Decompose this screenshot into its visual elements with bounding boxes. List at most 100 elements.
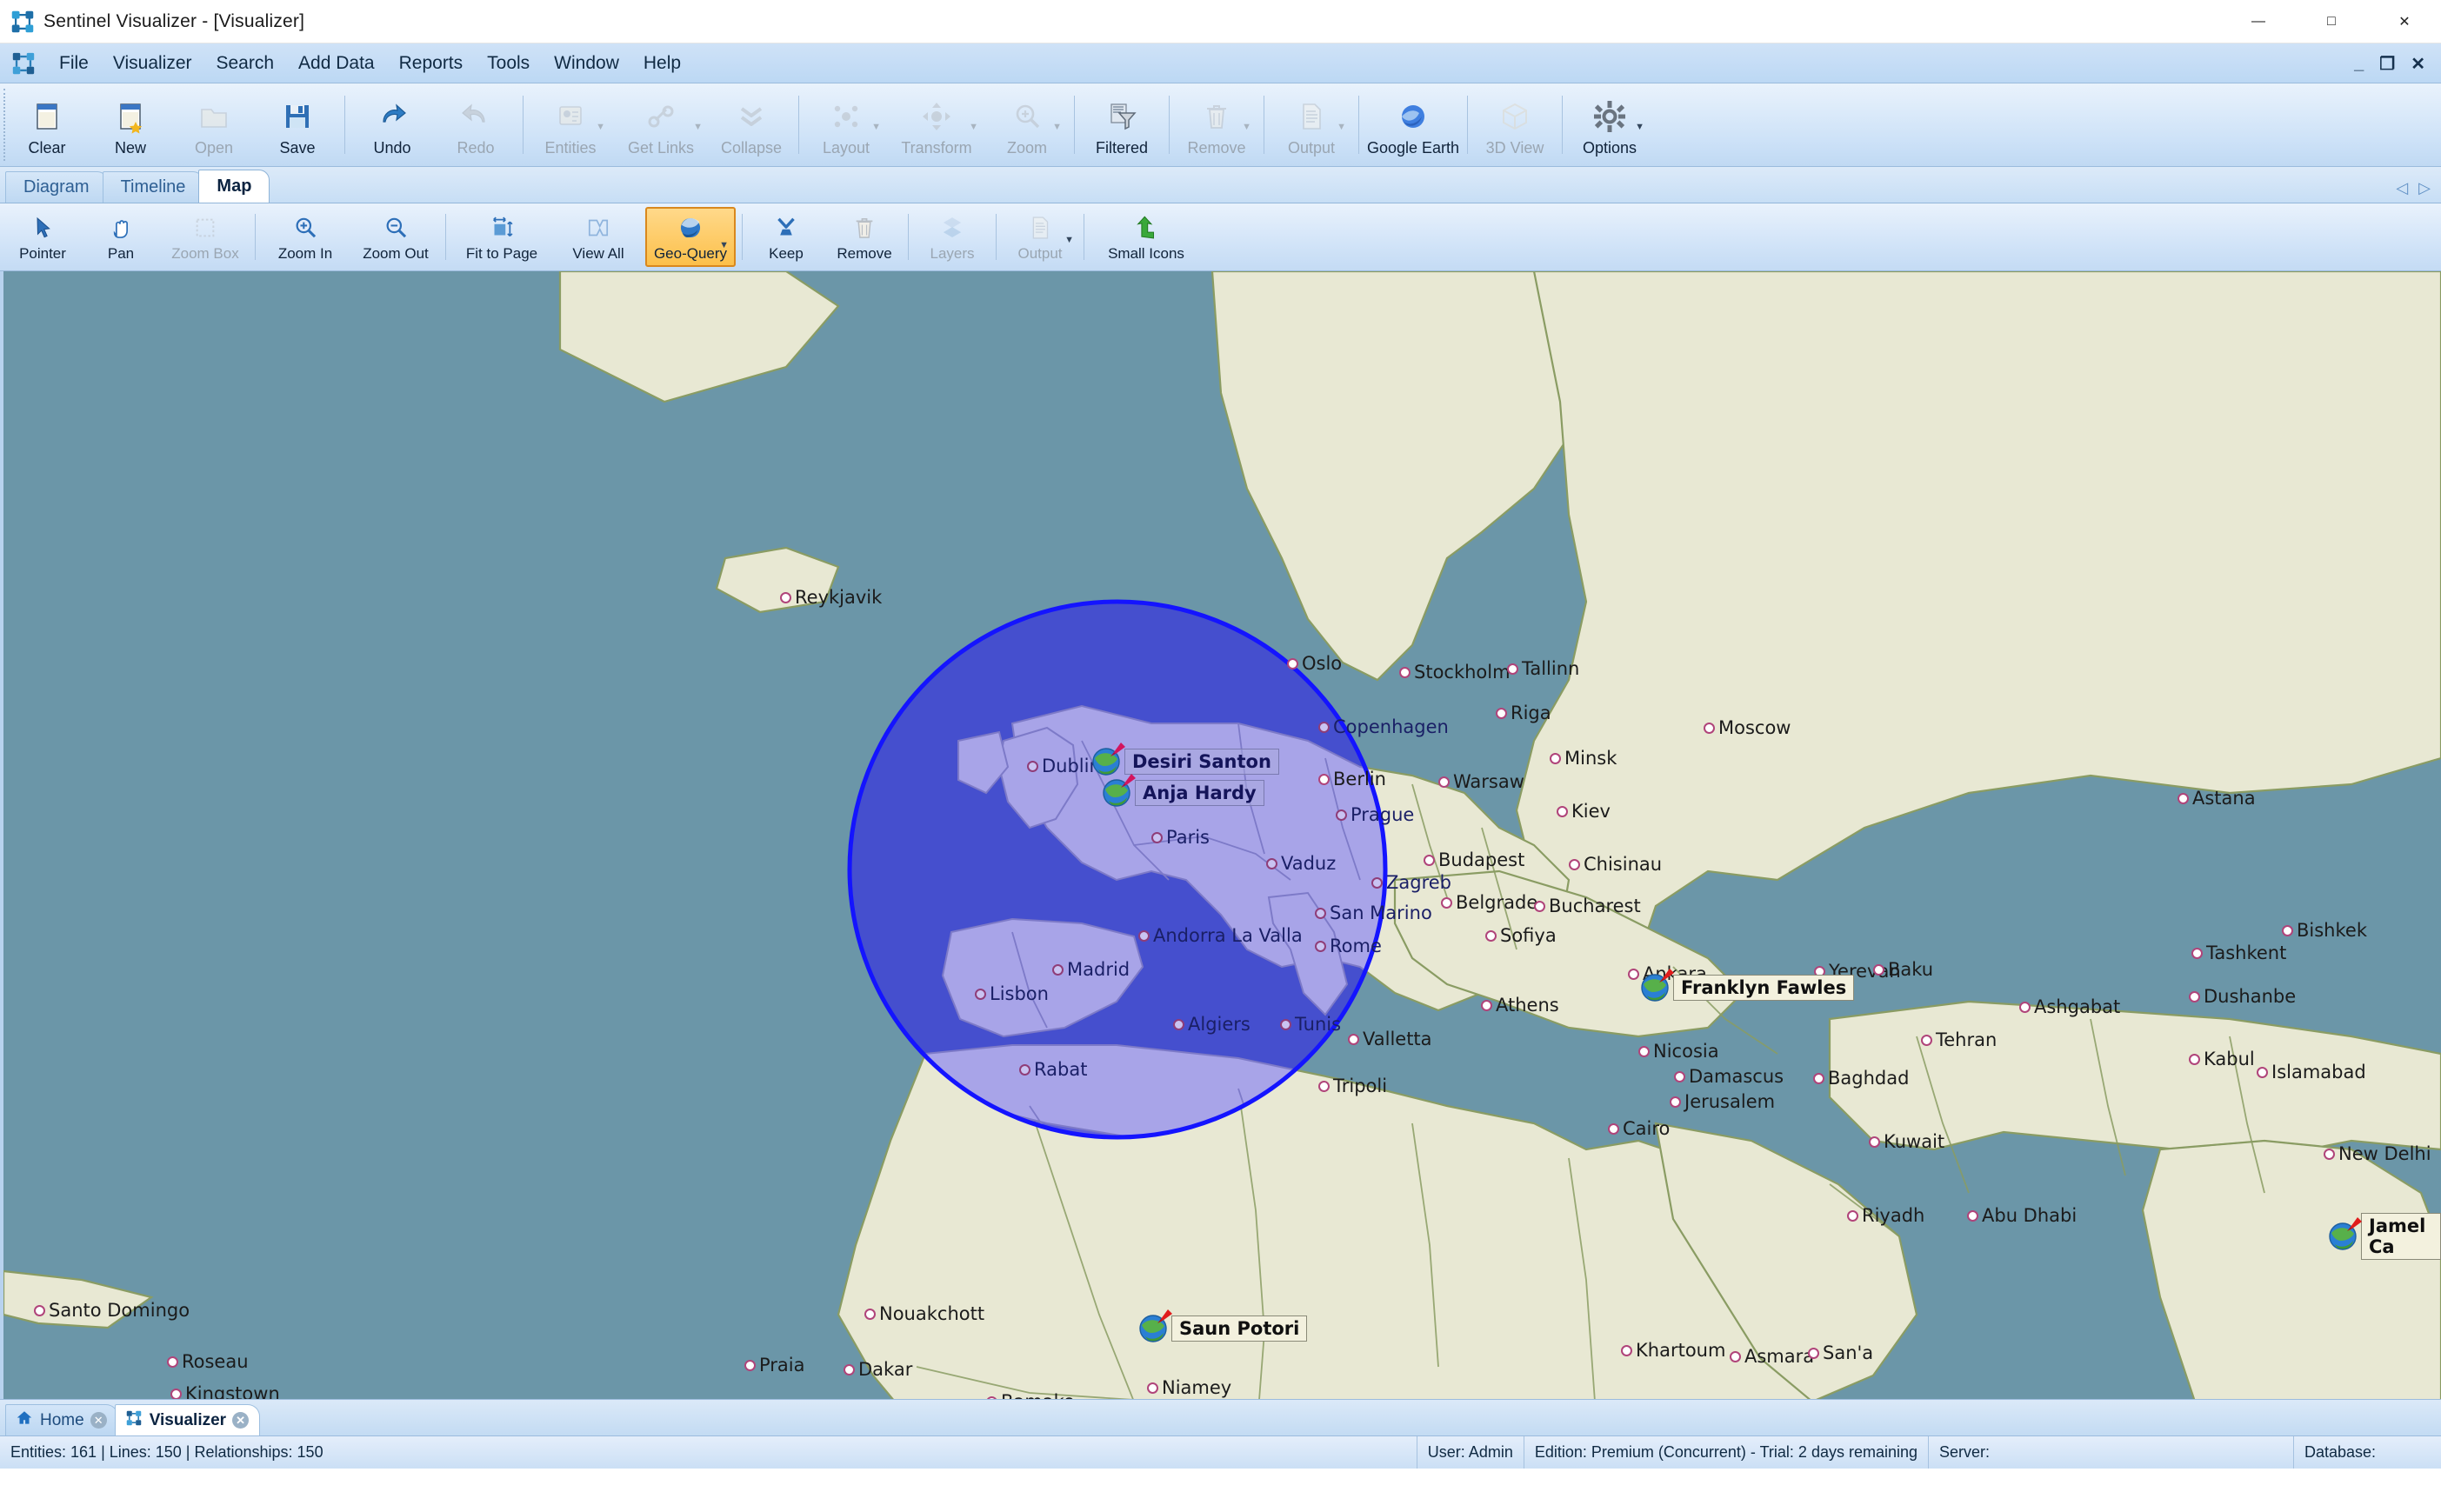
toolbar-separator [344, 96, 345, 154]
toolbar-button-label: Undo [373, 138, 411, 157]
map-tool-geo-query[interactable]: Geo-Query ▼ [645, 207, 736, 267]
toolbar-button-3d-view: 3D View [1473, 83, 1557, 166]
doc-tab-visualizer[interactable]: Visualizer ✕ [114, 1404, 261, 1435]
entity-label[interactable]: Desiri Santon [1124, 749, 1279, 775]
toolbar-button-undo[interactable]: Undo [350, 83, 434, 166]
toolbar-button-get-links: Get Links ▼ [612, 83, 710, 166]
toolbar-button-label: Get Links [627, 138, 695, 157]
toolbar-button-label: Zoom [1006, 138, 1047, 157]
menu-item-file[interactable]: File [47, 48, 101, 79]
map-tool-fit-to-page[interactable]: Fit to Page [450, 203, 553, 270]
close-icon[interactable]: ✕ [232, 1412, 250, 1429]
entity-globe-icon[interactable] [1138, 1309, 1172, 1343]
map-entity-marker[interactable]: Anja Hardy [1102, 774, 1264, 808]
entity-label[interactable]: Franklyn Fawles [1673, 975, 1855, 1001]
toolbar-button-label: Layout [822, 138, 870, 157]
entity-globe-icon[interactable] [1091, 743, 1125, 776]
entity-label[interactable]: Jamel Ca [2361, 1213, 2441, 1260]
mdi-close-button[interactable]: ✕ [2411, 53, 2425, 75]
output-page-icon [1025, 211, 1055, 244]
map-toolbar-separator [908, 214, 909, 260]
chevron-down-icon[interactable]: ▼ [1064, 235, 1074, 245]
tab-map[interactable]: Map [198, 170, 270, 203]
chevron-down-icon[interactable]: ▼ [969, 122, 978, 132]
tab-diagram[interactable]: Diagram [5, 171, 108, 203]
toolbar-button-label: Entities [544, 138, 597, 157]
map-tool-label: Pan [107, 245, 135, 262]
chevron-down-icon[interactable]: ▼ [693, 122, 703, 132]
toolbar-button-label: Open [194, 138, 234, 157]
map-tool-small-icons[interactable]: Small Icons [1089, 203, 1204, 270]
toolbar-button-clear[interactable]: Clear [5, 83, 89, 166]
entity-label[interactable]: Anja Hardy [1135, 780, 1264, 806]
toolbar-button-label: Google Earth [1366, 138, 1460, 157]
entity-globe-icon[interactable] [1102, 774, 1136, 808]
status-edition: Edition: Premium (Concurrent) - Trial: 2… [1523, 1436, 1928, 1469]
toolbar-button-google-earth[interactable]: Google Earth [1364, 83, 1462, 166]
chevron-down-icon[interactable]: ▼ [1242, 122, 1251, 132]
undo-arrow-icon [375, 97, 410, 137]
chevron-down-icon[interactable]: ▼ [1052, 122, 1062, 132]
toolbar-separator [1358, 96, 1359, 154]
toolbar-button-new[interactable]: New [89, 83, 172, 166]
map-tool-zoom-out[interactable]: Zoom Out [350, 203, 441, 270]
tab-scroll-right-icon[interactable]: ▷ [2418, 179, 2431, 197]
chevron-down-icon[interactable]: ▼ [1635, 122, 1644, 132]
menu-item-add-data[interactable]: Add Data [286, 48, 387, 79]
window-minimize-button[interactable]: — [2222, 0, 2295, 43]
menu-item-tools[interactable]: Tools [475, 48, 542, 79]
toolbar-button-label: Clear [28, 138, 66, 157]
map-entity-marker[interactable]: Saun Potori [1138, 1309, 1308, 1343]
map-tool-label: Layers [930, 245, 975, 262]
toolbar-button-label: New [114, 138, 146, 157]
entity-label[interactable]: Saun Potori [1171, 1316, 1308, 1342]
menu-item-visualizer[interactable]: Visualizer [101, 48, 204, 79]
tab-timeline[interactable]: Timeline [102, 171, 204, 203]
toolbar-button-label: Options [1582, 138, 1637, 157]
menu-item-help[interactable]: Help [631, 48, 693, 79]
new-document-icon [113, 97, 148, 137]
map-tool-view-all[interactable]: View All [553, 203, 644, 270]
menu-item-window[interactable]: Window [542, 48, 631, 79]
zoom-in-icon [290, 211, 320, 244]
window-close-button[interactable]: ✕ [2368, 0, 2441, 43]
status-database: Database: [2293, 1436, 2441, 1469]
transform-arrows-icon [919, 97, 954, 137]
zoom-magnifier-icon [1010, 97, 1044, 137]
entity-globe-icon[interactable] [2328, 1217, 2362, 1251]
mdi-restore-button[interactable]: ❐ [2379, 53, 2395, 75]
map-tool-label: Zoom Out [363, 245, 429, 262]
map-toolbar: Pointer Pan Zoom Box Zoom In Zoom Out Fit to … [0, 203, 2441, 271]
doc-tab-home[interactable]: Home ✕ [5, 1404, 118, 1435]
chevron-down-icon[interactable]: ▼ [1337, 122, 1346, 132]
entity-pin-icon [2345, 1215, 2363, 1232]
chevron-down-icon[interactable]: ▼ [596, 122, 605, 132]
map-tool-zoom-in[interactable]: Zoom In [260, 203, 350, 270]
map-entity-marker[interactable]: Jamel Ca [2328, 1213, 2441, 1260]
layers-stack-icon [937, 211, 967, 244]
close-icon[interactable]: ✕ [90, 1412, 107, 1429]
map-toolbar-separator [742, 214, 743, 260]
menu-item-reports[interactable]: Reports [387, 48, 476, 79]
toolbar-separator [1169, 96, 1170, 154]
map-entity-marker[interactable]: Franklyn Fawles [1640, 969, 1855, 1002]
map-tool-remove[interactable]: Remove [825, 203, 904, 270]
tab-scroll-left-icon[interactable]: ◁ [2396, 179, 2408, 197]
toolbar-button-save[interactable]: Save [256, 83, 339, 166]
main-toolbar: Clear New Open Save Undo Redo Entities ▼ Get Lin… [0, 83, 2441, 167]
chevron-down-icon[interactable]: ▼ [719, 240, 729, 250]
map-tool-output: Output ▼ [1001, 203, 1079, 270]
map-toolbar-separator [255, 214, 256, 260]
menu-item-search[interactable]: Search [204, 48, 287, 79]
map-tool-pan[interactable]: Pan [82, 203, 160, 270]
map-tool-keep[interactable]: Keep [747, 203, 825, 270]
chevron-down-icon[interactable]: ▼ [871, 122, 881, 132]
toolbar-button-options[interactable]: Options ▼ [1568, 83, 1651, 166]
toolbar-button-filtered[interactable]: Filtered [1080, 83, 1164, 166]
mdi-minimize-button[interactable]: _ [2354, 54, 2364, 74]
toolbar-separator [1074, 96, 1075, 154]
map-tool-pointer[interactable]: Pointer [3, 203, 82, 270]
window-maximize-button[interactable]: □ [2295, 0, 2368, 43]
map-canvas[interactable]: Reykjavik Oslo Stockholm Tallinn Riga Minsk Mo… [0, 271, 2441, 1399]
entity-globe-icon[interactable] [1640, 969, 1674, 1002]
